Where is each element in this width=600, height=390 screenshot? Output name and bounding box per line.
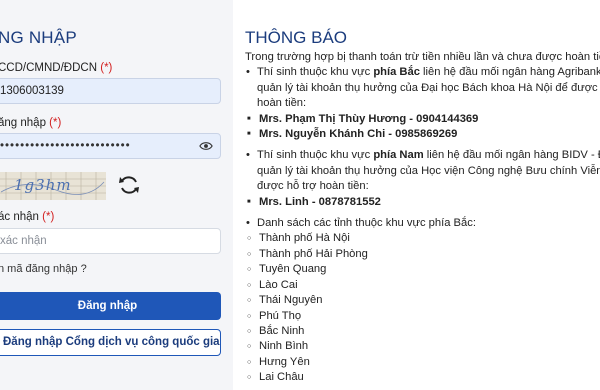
province-item: Thái Nguyên bbox=[245, 293, 600, 309]
south-notice-line2: quản lý tài khoản thụ hưởng của Học viện… bbox=[257, 164, 600, 177]
province-item: Ninh Bình bbox=[245, 339, 600, 355]
login-title: NG NHẬP bbox=[0, 28, 77, 47]
province-item: Lào Cai bbox=[245, 278, 600, 294]
notice-intro: Trong trường hợp bị thanh toán trừ tiền … bbox=[245, 51, 600, 63]
north-contact: Mrs. Nguyễn Khánh Chi - 0985869269 bbox=[245, 127, 600, 143]
province-item: Thành phố Hà Nội bbox=[245, 231, 600, 247]
captcha-text: 1g3hm bbox=[14, 176, 72, 194]
south-notice-item: Thí sinh thuộc khu vực phía Nam liên hệ … bbox=[245, 148, 600, 164]
password-input[interactable]: •••••••••••••••••••••••••• bbox=[0, 133, 221, 159]
north-contact: Mrs. Phạm Thị Thùy Hương - 0904144369 bbox=[245, 112, 600, 128]
provinces-heading: Danh sách các tỉnh thuộc khu vực phía Bắ… bbox=[245, 216, 600, 232]
captcha-image: 1g3hm bbox=[0, 172, 106, 200]
notice-title: THÔNG BÁO bbox=[245, 28, 348, 47]
confirm-label: ác nhận (*) bbox=[0, 211, 55, 223]
id-label: CCD/CMND/ĐDCN (*) bbox=[0, 62, 113, 74]
id-number-input[interactable]: 1306003139 bbox=[0, 78, 221, 104]
notice-panel: THÔNG BÁO Trong trường hợp bị thanh toán… bbox=[233, 0, 600, 390]
north-notice-line2: quản lý tài khoản thụ hưởng của Đại học … bbox=[257, 81, 600, 94]
south-contact: Mrs. Linh - 0878781552 bbox=[245, 195, 600, 211]
password-label: ăng nhập (*) bbox=[0, 117, 62, 129]
notice-body: Trong trường hợp bị thanh toán trừ tiền … bbox=[245, 50, 600, 386]
province-item: Thành phố Hải Phòng bbox=[245, 247, 600, 263]
province-item: Tuyên Quang bbox=[245, 262, 600, 278]
login-panel: NG NHẬP CCD/CMND/ĐDCN (*) 1306003139 ăng… bbox=[0, 0, 235, 390]
captcha-confirm-input[interactable]: xác nhận bbox=[0, 228, 221, 254]
province-item: Bắc Ninh bbox=[245, 324, 600, 340]
gov-portal-login-button[interactable]: Đăng nhập Cổng dịch vụ công quốc gia bbox=[0, 329, 221, 356]
north-notice-line3: hoàn tiền: bbox=[257, 97, 307, 110]
refresh-icon[interactable] bbox=[117, 173, 141, 197]
province-item: Hưng Yên bbox=[245, 355, 600, 371]
south-notice-line3: được hỗ trợ hoàn tiền: bbox=[257, 180, 369, 193]
province-item: Lai Châu bbox=[245, 370, 600, 386]
password-dots: •••••••••••••••••••••••••• bbox=[0, 140, 131, 152]
eye-icon[interactable] bbox=[199, 140, 213, 152]
north-notice-item: Thí sinh thuộc khu vực phía Bắc liên hệ … bbox=[245, 65, 600, 81]
login-button[interactable]: Đăng nhập bbox=[0, 292, 221, 320]
province-item: Phú Thọ bbox=[245, 309, 600, 325]
forgot-code-link[interactable]: n mã đăng nhập ? bbox=[0, 263, 87, 275]
